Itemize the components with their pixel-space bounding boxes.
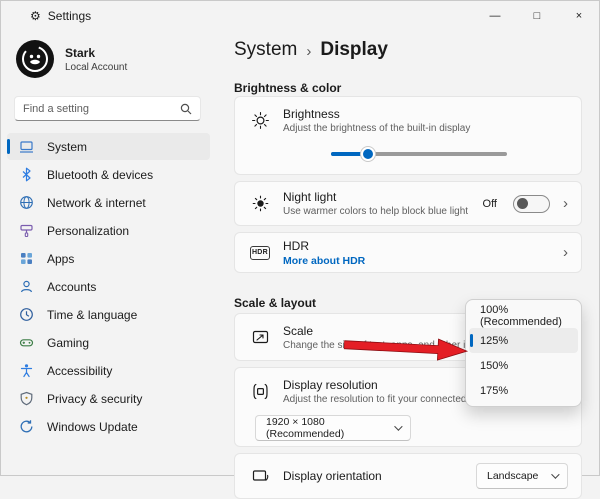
bluetooth-icon — [18, 167, 34, 183]
brightness-subtitle: Adjust the brightness of the built-in di… — [283, 123, 568, 134]
breadcrumb: System › Display — [234, 39, 388, 61]
search-input[interactable] — [15, 103, 180, 115]
hdr-icon: HDR — [250, 246, 270, 260]
orientation-title: Display orientation — [283, 469, 463, 483]
globe-icon — [18, 195, 34, 211]
minimize-icon: — — [490, 10, 501, 22]
maximize-icon: □ — [534, 10, 541, 22]
night-light-subtitle: Use warmer colors to help block blue lig… — [283, 206, 470, 217]
minimize-button[interactable]: — — [474, 0, 516, 32]
resolution-select[interactable]: 1920 × 1080 (Recommended) — [255, 415, 411, 441]
night-light-toggle-label: Off — [483, 198, 497, 210]
sidebar-item-label: Windows Update — [47, 420, 138, 434]
orientation-text: Display orientation — [283, 469, 463, 483]
system-icon — [18, 139, 34, 155]
sidebar-item-label: Gaming — [47, 336, 89, 350]
section-heading-scale-layout: Scale & layout — [234, 296, 316, 310]
sidebar-item-label: Network & internet — [47, 196, 146, 210]
sidebar-item-label: Privacy & security — [47, 392, 142, 406]
user-account-type: Local Account — [65, 62, 127, 73]
sidebar-item-label: System — [47, 140, 87, 154]
sidebar-nav: System Bluetooth & devices Network & int… — [7, 133, 210, 441]
night-light-title: Night light — [283, 190, 470, 204]
sidebar-item-label: Apps — [47, 252, 74, 266]
sidebar-item-network[interactable]: Network & internet — [7, 189, 210, 216]
user-text: Stark Local Account — [65, 46, 127, 73]
toggle-knob — [517, 198, 528, 209]
scale-option[interactable]: 100% (Recommended) — [469, 303, 578, 328]
sidebar-item-apps[interactable]: Apps — [7, 245, 210, 272]
search-box[interactable] — [14, 96, 201, 121]
breadcrumb-system[interactable]: System — [234, 39, 297, 61]
hdr-text: HDR More about HDR — [283, 239, 550, 267]
night-light-icon — [250, 194, 270, 213]
sidebar-item-system[interactable]: System — [7, 133, 210, 160]
resolution-icon — [250, 382, 270, 401]
brightness-title: Brightness — [283, 107, 568, 121]
hdr-title: HDR — [283, 239, 550, 253]
settings-gear-icon: ⚙ — [30, 10, 41, 22]
scale-option[interactable]: 125% — [469, 328, 578, 353]
scale-dropdown-menu: 100% (Recommended) 125% 150% 175% — [465, 299, 582, 407]
accessibility-person-icon — [18, 363, 34, 379]
user-profile[interactable]: Stark Local Account — [16, 40, 127, 78]
brightness-sun-icon — [250, 111, 270, 130]
sidebar-item-privacy[interactable]: Privacy & security — [7, 385, 210, 412]
sidebar-item-label: Time & language — [47, 308, 137, 322]
shield-icon — [18, 391, 34, 407]
avatar — [16, 40, 54, 78]
chevron-down-icon — [551, 470, 559, 478]
resolution-value: 1920 × 1080 (Recommended) — [266, 416, 394, 440]
clock-icon — [18, 307, 34, 323]
night-light-toggle[interactable] — [513, 195, 550, 213]
person-icon — [18, 279, 34, 295]
titlebar: ⚙ Settings — □ × — [0, 0, 600, 32]
sidebar-item-label: Bluetooth & devices — [47, 168, 153, 182]
game-controller-icon — [18, 335, 34, 351]
sidebar-item-personalization[interactable]: Personalization — [7, 217, 210, 244]
display-orientation-card: Display orientation Landscape — [234, 453, 582, 499]
update-arrows-icon — [18, 419, 34, 435]
scale-option[interactable]: 175% — [469, 378, 578, 403]
sidebar-item-accessibility[interactable]: Accessibility — [7, 357, 210, 384]
sidebar-item-time-language[interactable]: Time & language — [7, 301, 210, 328]
breadcrumb-separator-icon: › — [306, 43, 311, 60]
orientation-icon — [250, 467, 270, 486]
hdr-more-link[interactable]: More about HDR — [283, 255, 550, 267]
search-icon — [180, 103, 192, 115]
paintbrush-icon — [18, 223, 34, 239]
night-light-card[interactable]: Night light Use warmer colors to help bl… — [234, 181, 582, 226]
scale-icon — [250, 328, 270, 347]
orientation-select[interactable]: Landscape — [476, 463, 568, 489]
sidebar-item-accounts[interactable]: Accounts — [7, 273, 210, 300]
section-heading-brightness-color: Brightness & color — [234, 81, 341, 95]
chevron-down-icon — [394, 422, 402, 430]
brightness-text: Brightness Adjust the brightness of the … — [283, 107, 568, 134]
sidebar-item-label: Personalization — [47, 224, 129, 238]
chevron-right-icon: › — [563, 245, 568, 260]
app-title: Settings — [48, 9, 91, 23]
sidebar-item-label: Accounts — [47, 280, 96, 294]
brightness-slider[interactable] — [331, 147, 507, 161]
apps-grid-icon — [18, 251, 34, 267]
hdr-card[interactable]: HDR HDR More about HDR › — [234, 232, 582, 273]
sidebar-item-windows-update[interactable]: Windows Update — [7, 413, 210, 440]
sidebar-item-gaming[interactable]: Gaming — [7, 329, 210, 356]
app-title-group: ⚙ Settings — [0, 9, 91, 23]
sidebar-item-bluetooth[interactable]: Bluetooth & devices — [7, 161, 210, 188]
brightness-card: Brightness Adjust the brightness of the … — [234, 96, 582, 175]
close-icon: × — [576, 10, 582, 22]
orientation-value: Landscape — [487, 470, 538, 482]
night-light-text: Night light Use warmer colors to help bl… — [283, 190, 470, 217]
page-title: Display — [320, 39, 388, 61]
sidebar-item-label: Accessibility — [47, 364, 112, 378]
user-name: Stark — [65, 46, 127, 60]
close-button[interactable]: × — [558, 0, 600, 32]
scale-option[interactable]: 150% — [469, 353, 578, 378]
window-controls: — □ × — [474, 0, 600, 32]
chevron-right-icon: › — [563, 196, 568, 211]
brightness-slider-thumb[interactable] — [361, 147, 375, 161]
maximize-button[interactable]: □ — [516, 0, 558, 32]
